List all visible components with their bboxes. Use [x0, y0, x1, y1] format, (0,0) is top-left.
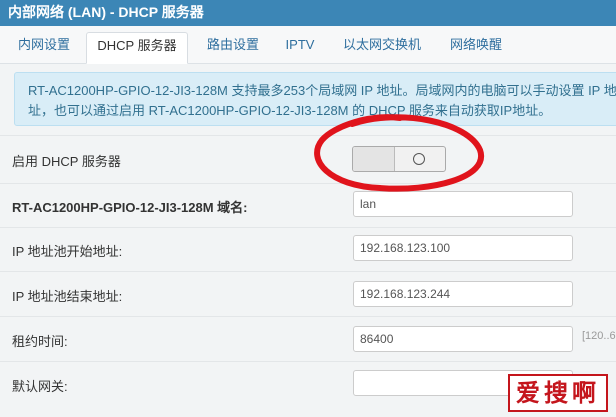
dhcp-enable-toggle[interactable] — [352, 146, 446, 172]
pool-start-label: IP 地址池开始地址: — [12, 244, 123, 259]
tab-bar: 内网设置 DHCP 服务器 路由设置 IPTV 以太网交换机 网络唤醒 — [0, 26, 616, 64]
lease-range-hint: [120..6 — [582, 330, 616, 342]
info-line-1: RT-AC1200HP-GPIO-12-JI3-128M 支持最多253个局域网… — [28, 83, 616, 98]
gateway-label: 默认网关: — [12, 379, 68, 394]
lease-input[interactable]: 86400 — [353, 326, 573, 352]
pool-start-input[interactable]: 192.168.123.100 — [353, 235, 573, 261]
tab-dhcp-server[interactable]: DHCP 服务器 — [86, 32, 188, 64]
toggle-circle-icon — [413, 153, 425, 165]
tab-wake-on-lan[interactable]: 网络唤醒 — [440, 32, 512, 64]
toggle-off-side — [353, 147, 395, 171]
info-box: RT-AC1200HP-GPIO-12-JI3-128M 支持最多253个局域网… — [14, 72, 616, 126]
dhcp-enable-label: 启用 DHCP 服务器 — [12, 154, 121, 169]
pool-end-label: IP 地址池结束地址: — [12, 289, 123, 304]
lease-label: 租约时间: — [12, 334, 68, 349]
tab-iptv[interactable]: IPTV — [278, 32, 322, 64]
watermark-logo: 爱搜啊 — [508, 374, 608, 412]
domain-label: RT-AC1200HP-GPIO-12-JI3-128M 域名: — [12, 200, 248, 215]
info-line-2: 址，也可以通过启用 RT-AC1200HP-GPIO-12-JI3-128M 的… — [28, 103, 552, 118]
pool-end-input[interactable]: 192.168.123.244 — [353, 281, 573, 307]
window-title: 内部网络 (LAN) - DHCP 服务器 — [0, 0, 616, 26]
tab-route[interactable]: 路由设置 — [198, 32, 268, 64]
dhcp-enable-row: 启用 DHCP 服务器 — [0, 135, 616, 183]
tab-lan-settings[interactable]: 内网设置 — [8, 32, 80, 64]
domain-input[interactable]: lan — [353, 191, 573, 217]
tab-ethernet-switch[interactable]: 以太网交换机 — [334, 32, 430, 64]
